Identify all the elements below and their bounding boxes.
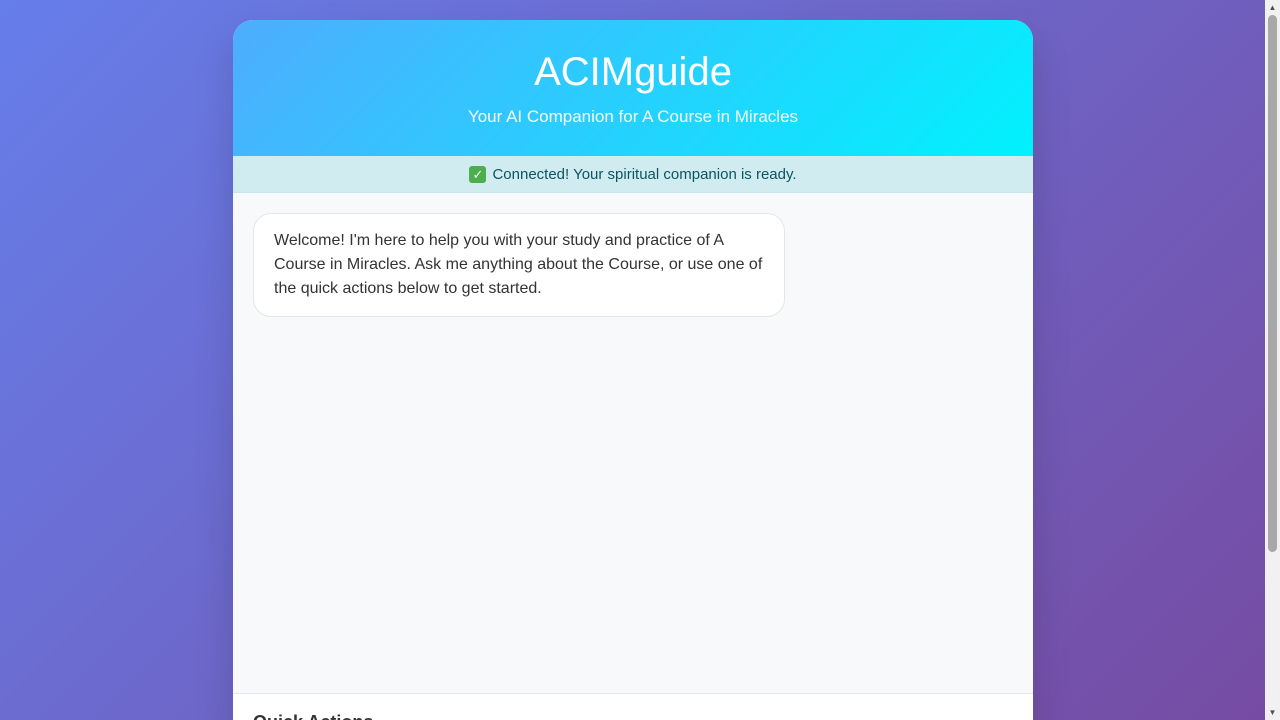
quick-actions-section: Quick Actions [233,693,1033,720]
bot-message: Welcome! I'm here to help you with your … [253,213,785,317]
app-title: ACIMguide [534,50,732,94]
page-scrollbar[interactable]: ▲ ▼ [1265,0,1280,720]
scroll-down-arrow-icon[interactable]: ▼ [1265,705,1280,720]
scroll-up-arrow-icon[interactable]: ▲ [1265,0,1280,15]
chat-messages-area[interactable]: Welcome! I'm here to help you with your … [233,193,1033,693]
connection-status-bar: ✓ Connected! Your spiritual companion is… [233,156,1033,193]
app-subtitle: Your AI Companion for A Course in Miracl… [467,107,799,126]
check-mark-icon: ✓ [469,165,487,183]
scrollbar-thumb[interactable] [1268,15,1277,552]
quick-actions-title: Quick Actions [253,712,1013,720]
app-header: ACIMguide Your AI Companion for A Course… [233,20,1033,156]
chat-app-container: ACIMguide Your AI Companion for A Course… [233,20,1033,720]
connection-status-text: Connected! Your spiritual companion is r… [492,165,797,183]
